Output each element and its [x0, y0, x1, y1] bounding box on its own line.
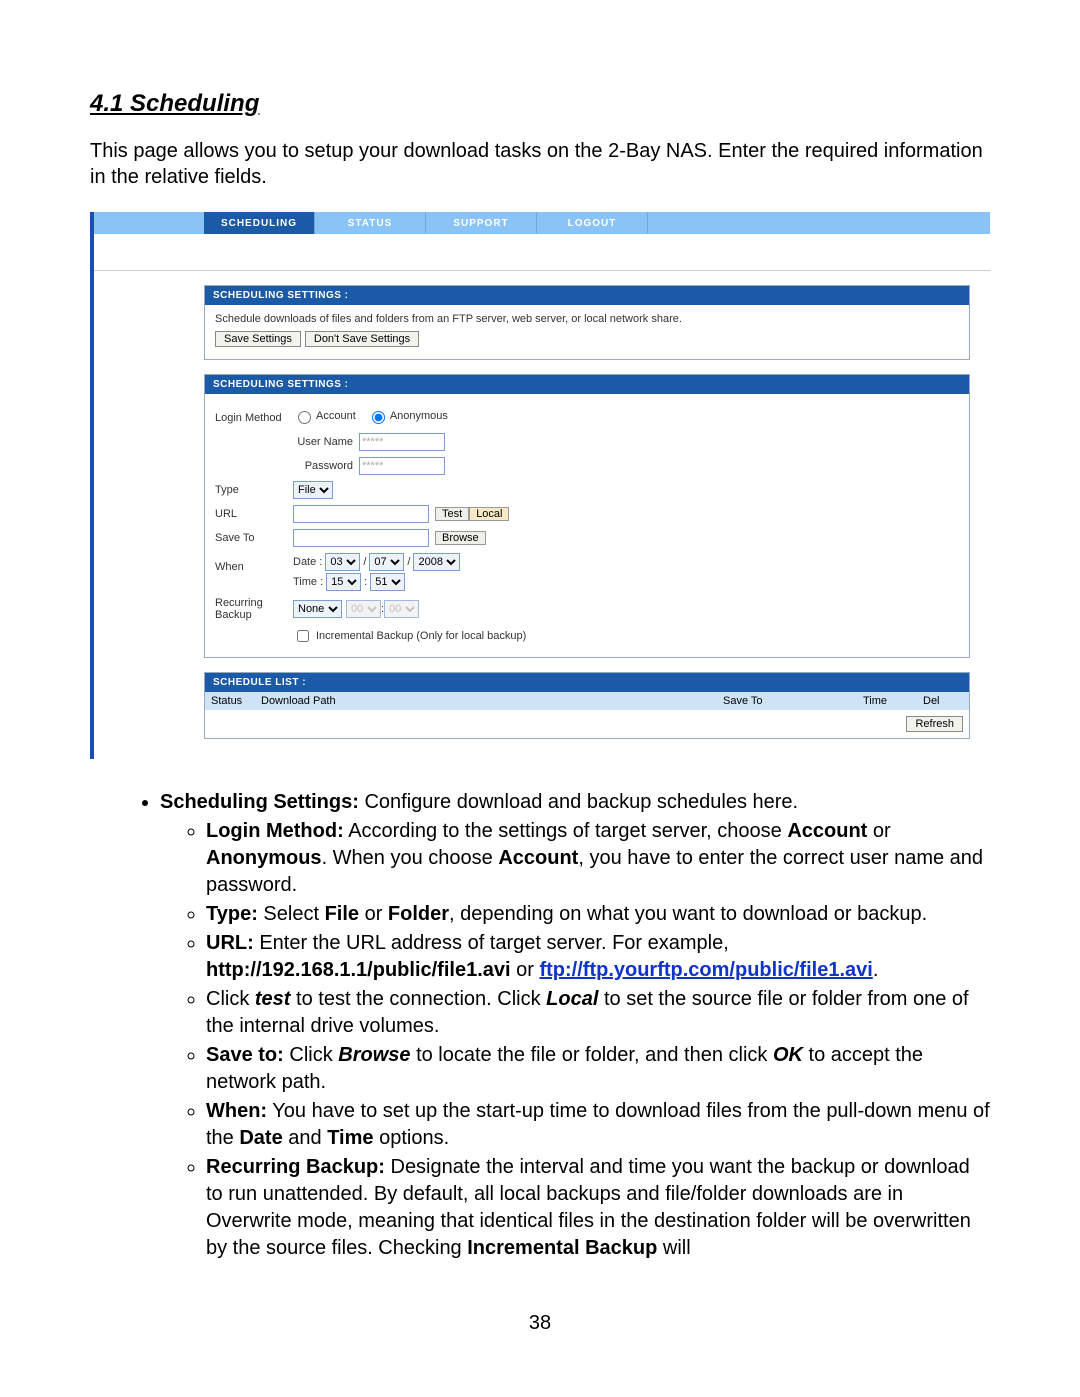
sub-type: Type: Select File or Folder, depending o… [206, 901, 990, 928]
recurring-min-select: 00 [384, 600, 419, 618]
test-button[interactable]: Test [435, 507, 469, 521]
panel1-title: Scheduling Settings : [205, 286, 969, 305]
page-number: 38 [90, 1312, 990, 1335]
date-label: Date : [293, 556, 322, 568]
date-month-select[interactable]: 03 [325, 553, 360, 571]
saveto-label: Save To [215, 532, 293, 544]
nav-status-tab[interactable]: Status [315, 212, 426, 234]
explanatory-text: Scheduling Settings: Configure download … [90, 789, 990, 1262]
radio-account[interactable] [298, 411, 311, 424]
save-settings-button[interactable]: Save Settings [215, 331, 301, 347]
when-label: When [215, 553, 293, 573]
recurring-label: Recurring Backup [215, 597, 293, 621]
sub-when: When: You have to set up the start-up ti… [206, 1098, 990, 1152]
top-nav: Scheduling Status Support Logout [94, 212, 990, 234]
col-download-path: Download Path [261, 695, 723, 707]
date-year-select[interactable]: 2008 [413, 553, 460, 571]
nav-support-tab[interactable]: Support [426, 212, 537, 234]
intro-paragraph: This page allows you to setup your downl… [90, 138, 990, 190]
screenshot-region: Scheduling Status Support Logout Schedul… [90, 212, 990, 759]
sub-recurring-backup: Recurring Backup: Designate the interval… [206, 1154, 990, 1262]
recurring-select[interactable]: None [293, 600, 342, 618]
col-del: Del [923, 695, 963, 707]
url-label: URL [215, 508, 293, 520]
local-button[interactable]: Local [469, 507, 509, 521]
type-label: Type [215, 484, 293, 496]
radio-account-label[interactable]: Account [293, 408, 356, 424]
browse-button[interactable]: Browse [435, 531, 486, 545]
radio-account-text: Account [316, 410, 356, 422]
password-input[interactable] [359, 457, 445, 475]
username-input[interactable] [359, 433, 445, 451]
col-time: Time [863, 695, 923, 707]
panel1-desc: Schedule downloads of files and folders … [215, 313, 959, 325]
nav-logout-tab[interactable]: Logout [537, 212, 648, 234]
section-heading: 4.1 Scheduling [90, 90, 990, 118]
nav-scheduling-tab[interactable]: Scheduling [204, 212, 315, 234]
login-method-label: Login Method [215, 412, 293, 424]
incremental-label: Incremental Backup (Only for local backu… [316, 630, 526, 642]
radio-anonymous-text: Anonymous [390, 410, 448, 422]
recurring-hour-select: 00 [346, 600, 381, 618]
sub-save-to: Save to: Click Browse to locate the file… [206, 1042, 990, 1096]
saveto-input[interactable] [293, 529, 429, 547]
sub-click-test: Click test to test the connection. Click… [206, 986, 990, 1040]
type-select[interactable]: File [293, 481, 333, 499]
schedule-list-header: Status Download Path Save To Time Del [205, 692, 969, 710]
bullet-scheduling-settings: Scheduling Settings: Configure download … [160, 789, 990, 1262]
incremental-checkbox[interactable] [297, 630, 309, 642]
col-saveto: Save To [723, 695, 863, 707]
radio-anonymous[interactable] [372, 411, 385, 424]
panel-scheduling-settings-form: Scheduling Settings : Login Method Accou… [204, 374, 970, 658]
username-label: User Name [293, 436, 359, 448]
dont-save-settings-button[interactable]: Don't Save Settings [305, 331, 419, 347]
ftp-link[interactable]: ftp://ftp.yourftp.com/public/file1.avi [539, 959, 872, 981]
panel3-title: Schedule List : [205, 673, 969, 692]
panel-schedule-list: Schedule List : Status Download Path Sav… [204, 672, 970, 739]
date-day-select[interactable]: 07 [369, 553, 404, 571]
panel2-title: Scheduling Settings : [205, 375, 969, 394]
time-min-select[interactable]: 51 [370, 573, 405, 591]
sub-login-method: Login Method: According to the settings … [206, 818, 990, 899]
url-input[interactable] [293, 505, 429, 523]
sub-url: URL: Enter the URL address of target ser… [206, 930, 990, 984]
col-status: Status [211, 695, 261, 707]
password-label: Password [293, 460, 359, 472]
refresh-button[interactable]: Refresh [906, 716, 963, 732]
radio-anonymous-label[interactable]: Anonymous [367, 408, 448, 424]
panel-scheduling-settings-top: Scheduling Settings : Schedule downloads… [204, 285, 970, 360]
time-label: Time : [293, 576, 323, 588]
time-hour-select[interactable]: 15 [326, 573, 361, 591]
